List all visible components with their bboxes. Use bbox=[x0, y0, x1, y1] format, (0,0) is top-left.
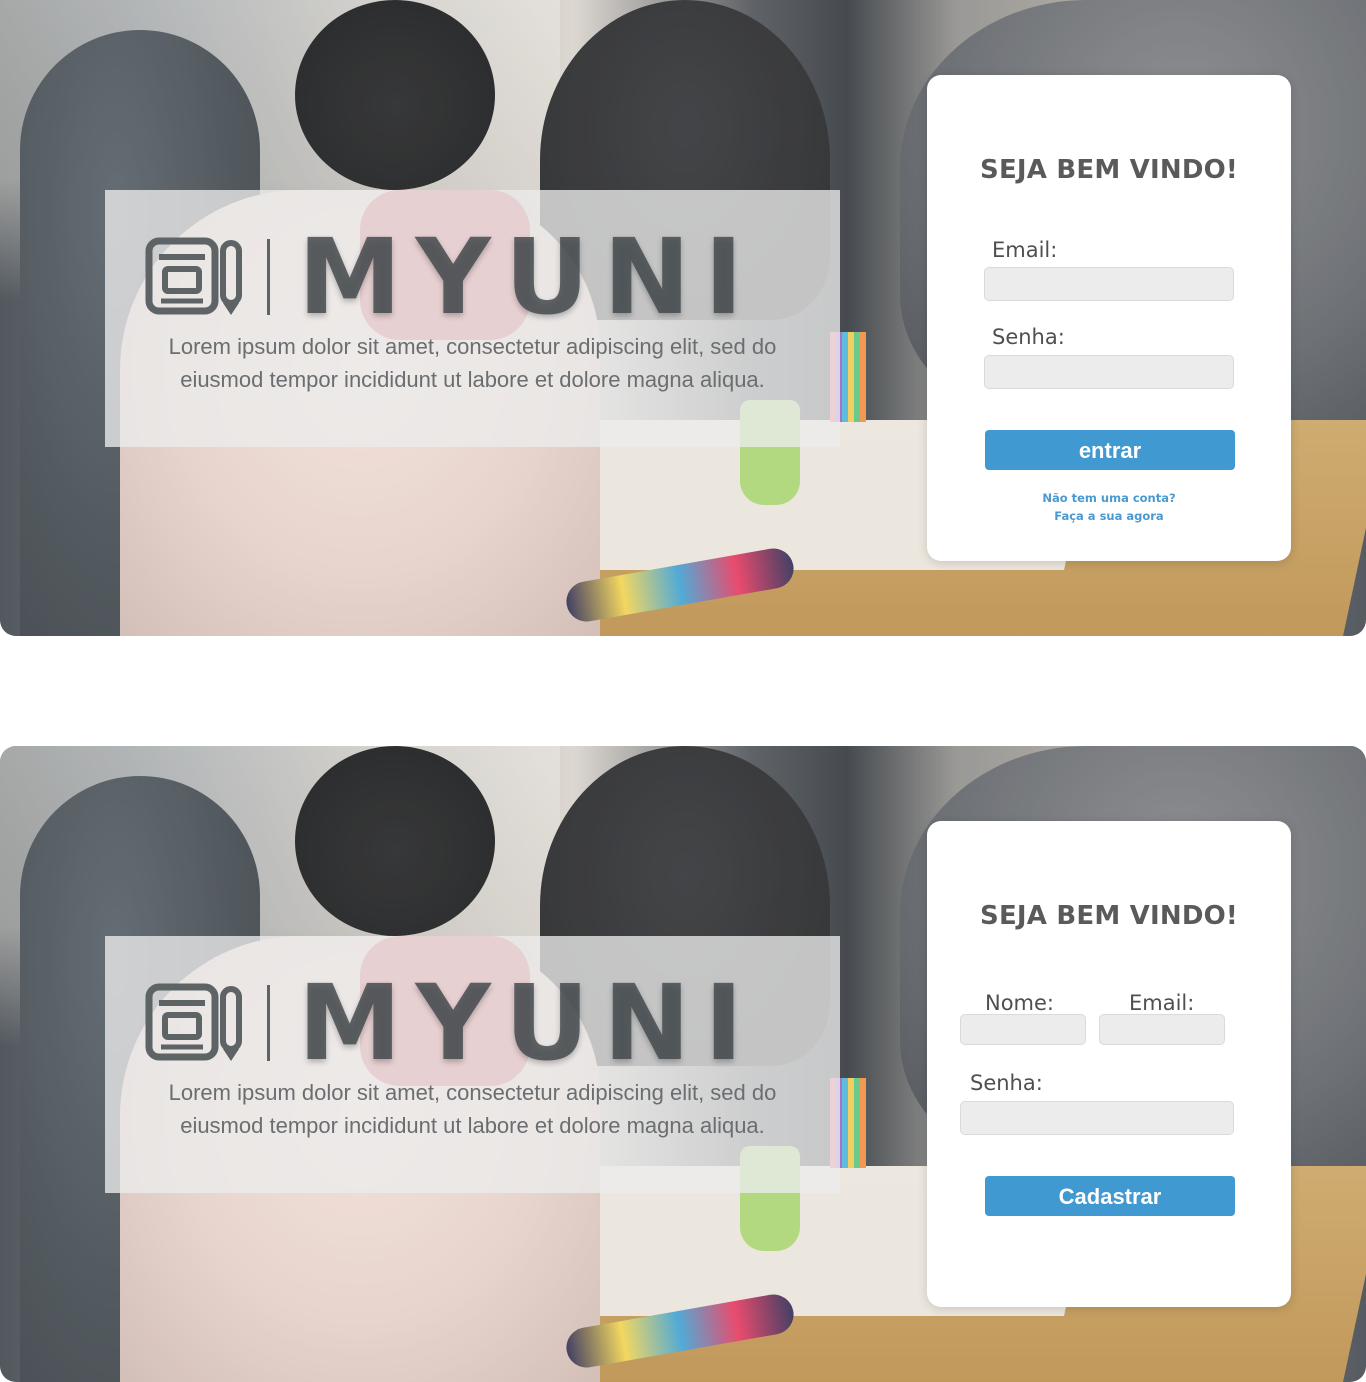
brand-name: MYUNI bbox=[298, 216, 757, 338]
password-label: Senha: bbox=[992, 325, 1065, 349]
hero-tagline: Lorem ipsum dolor sit amet, consectetur … bbox=[168, 1080, 777, 1138]
email-field[interactable] bbox=[984, 267, 1234, 301]
newspaper-pencil-icon bbox=[145, 235, 245, 319]
register-card: SEJA BEM VINDO! Nome: Email: Senha: Cada… bbox=[927, 821, 1291, 1307]
email-label: Email: bbox=[992, 238, 1058, 262]
name-field[interactable] bbox=[960, 1014, 1086, 1045]
register-screen: MYUNI Lorem ipsum dolor sit amet, consec… bbox=[0, 746, 1366, 1382]
brand-divider bbox=[267, 239, 270, 315]
login-screen: MYUNI Lorem ipsum dolor sit amet, consec… bbox=[0, 0, 1366, 636]
password-label: Senha: bbox=[970, 1071, 1043, 1095]
welcome-title: SEJA BEM VINDO! bbox=[980, 901, 1238, 931]
login-card: SEJA BEM VINDO! Email: Senha: entrar Não… bbox=[927, 75, 1291, 561]
email-label: Email: bbox=[1129, 991, 1195, 1015]
welcome-title: SEJA BEM VINDO! bbox=[980, 155, 1238, 185]
login-button[interactable]: entrar bbox=[985, 430, 1235, 470]
no-account-text: Não tem uma conta? bbox=[1042, 491, 1176, 505]
brand-logo: MYUNI bbox=[145, 225, 757, 329]
hero-panel: MYUNI Lorem ipsum dolor sit amet, consec… bbox=[105, 190, 840, 447]
brand-name: MYUNI bbox=[298, 962, 757, 1084]
register-button[interactable]: Cadastrar bbox=[985, 1176, 1235, 1216]
hero-panel: MYUNI Lorem ipsum dolor sit amet, consec… bbox=[105, 936, 840, 1193]
name-label: Nome: bbox=[985, 991, 1055, 1015]
newspaper-pencil-icon bbox=[145, 981, 245, 1065]
hero-tagline: Lorem ipsum dolor sit amet, consectetur … bbox=[168, 334, 777, 392]
signup-prompt: Não tem uma conta? Faça a sua agora bbox=[927, 489, 1291, 525]
password-field[interactable] bbox=[960, 1101, 1234, 1135]
signup-link[interactable]: Faça a sua agora bbox=[927, 507, 1291, 525]
brand-divider bbox=[267, 985, 270, 1061]
email-field[interactable] bbox=[1099, 1014, 1225, 1045]
brand-logo: MYUNI bbox=[145, 971, 757, 1075]
password-field[interactable] bbox=[984, 355, 1234, 389]
